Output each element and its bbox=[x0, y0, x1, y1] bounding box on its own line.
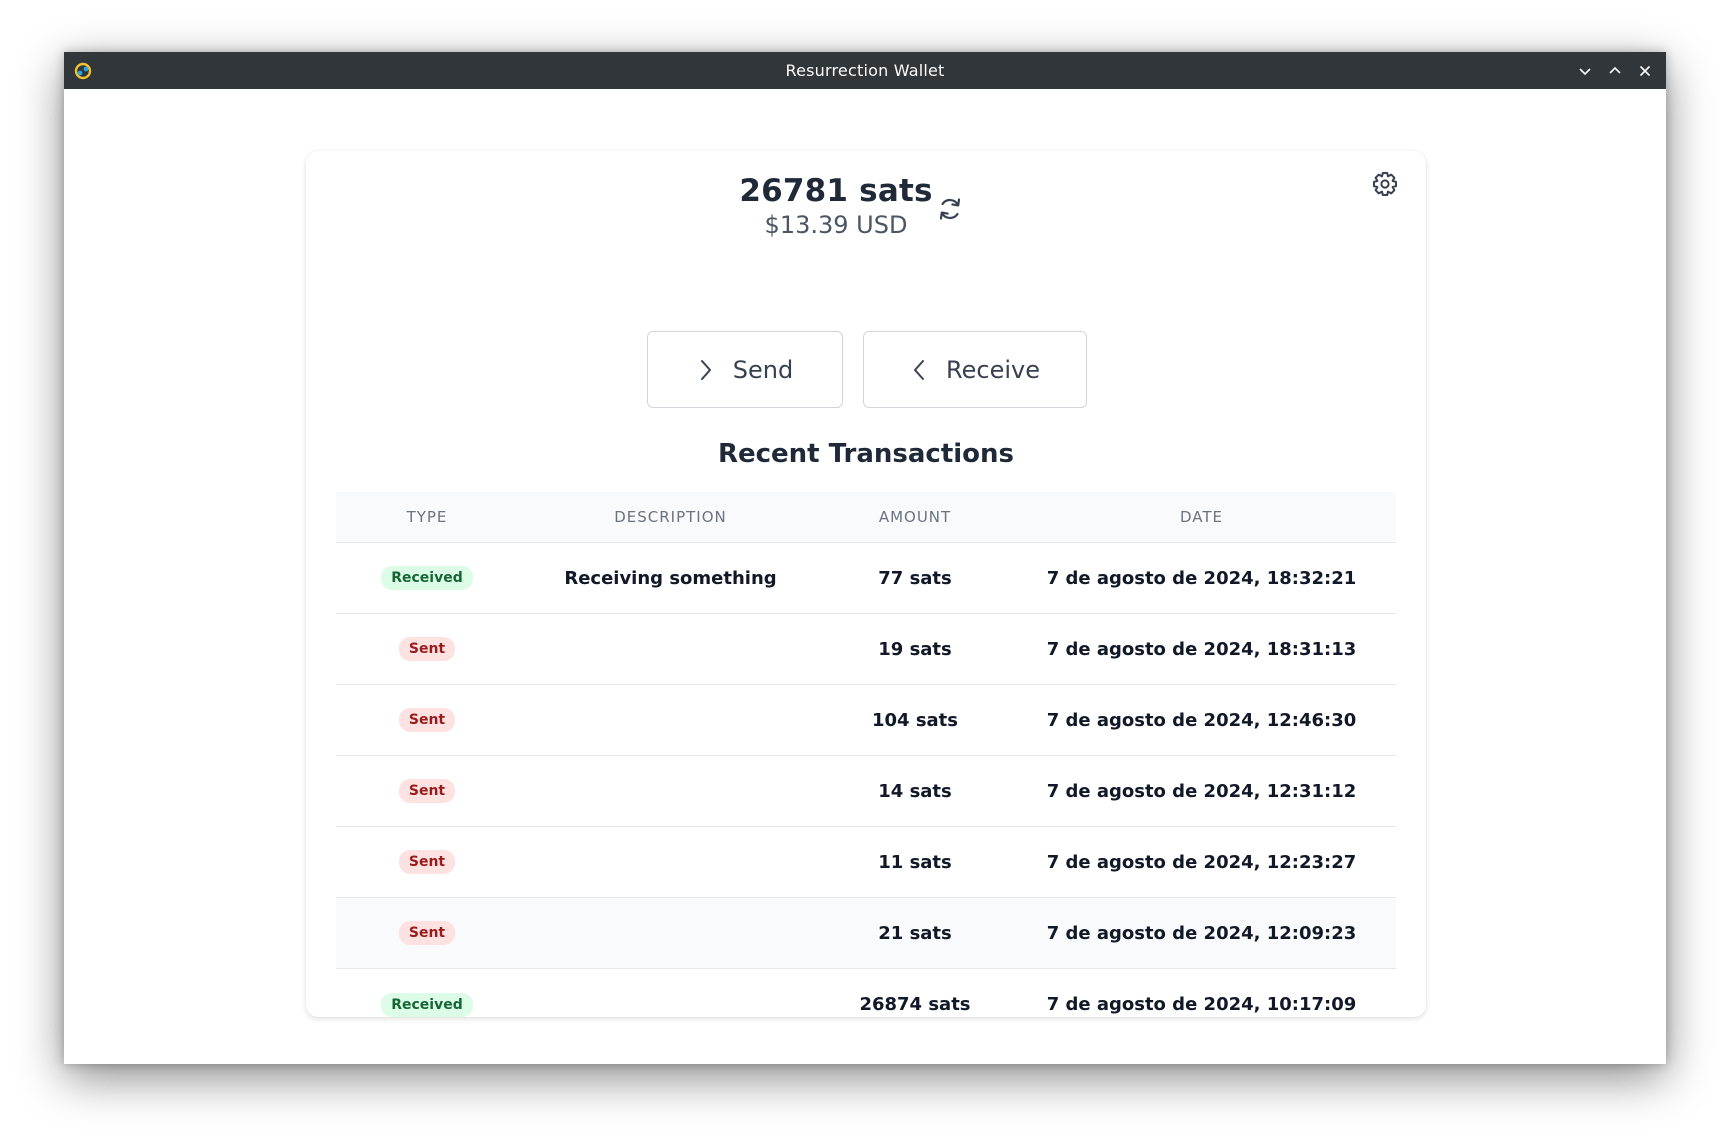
transaction-date: 7 de agosto de 2024, 18:32:21 bbox=[1046, 567, 1357, 589]
status-badge: Sent bbox=[398, 637, 456, 661]
status-badge: Sent bbox=[398, 921, 456, 945]
transaction-amount: 11 sats bbox=[878, 851, 952, 873]
table-row[interactable]: Sent 104 sats 7 de agosto de 2024, 12:46… bbox=[336, 685, 1396, 756]
transaction-date: 7 de agosto de 2024, 12:23:27 bbox=[1046, 851, 1357, 873]
title-bar[interactable]: Resurrection Wallet bbox=[64, 52, 1666, 89]
transaction-date: 7 de agosto de 2024, 18:31:13 bbox=[1046, 638, 1357, 660]
gear-icon[interactable] bbox=[1370, 169, 1400, 199]
transaction-date: 7 de agosto de 2024, 12:46:30 bbox=[1046, 709, 1357, 731]
refresh-icon[interactable] bbox=[934, 193, 966, 225]
app-icon bbox=[72, 60, 94, 82]
close-icon[interactable] bbox=[1630, 56, 1660, 86]
recent-transactions-title: Recent Transactions bbox=[717, 439, 1015, 469]
balance-display: 26781 sats $13.39 USD bbox=[306, 173, 1366, 239]
transaction-amount: 104 sats bbox=[871, 709, 959, 731]
status-badge: Sent bbox=[398, 850, 456, 874]
window-controls bbox=[1570, 52, 1660, 89]
app-window: Resurrection Wallet 26781 sats $13.39 US… bbox=[64, 52, 1666, 1064]
table-row[interactable]: Received 26874 sats 7 de agosto de 2024,… bbox=[336, 969, 1396, 1040]
table-row[interactable]: Sent 11 sats 7 de agosto de 2024, 12:23:… bbox=[336, 827, 1396, 898]
transaction-amount: 19 sats bbox=[878, 638, 952, 660]
receive-button-label: Receive bbox=[946, 355, 1040, 384]
column-header-description: DESCRIPTION bbox=[614, 508, 727, 526]
table-header: TYPE DESCRIPTION AMOUNT DATE bbox=[336, 492, 1396, 543]
column-header-amount: AMOUNT bbox=[878, 508, 952, 526]
transaction-date: 7 de agosto de 2024, 12:31:12 bbox=[1046, 780, 1357, 802]
transaction-date: 7 de agosto de 2024, 10:17:09 bbox=[1046, 994, 1357, 1015]
chevron-left-icon bbox=[914, 359, 925, 380]
send-button[interactable]: Send bbox=[647, 331, 843, 408]
table-row[interactable]: Received Receiving something 77 sats 7 d… bbox=[336, 543, 1396, 614]
chevron-right-icon bbox=[700, 359, 711, 380]
window-title: Resurrection Wallet bbox=[785, 61, 945, 80]
status-badge: Received bbox=[381, 992, 473, 1017]
status-badge: Sent bbox=[398, 779, 456, 803]
transaction-amount: 21 sats bbox=[878, 922, 952, 944]
transaction-date: 7 de agosto de 2024, 12:09:23 bbox=[1046, 922, 1357, 944]
receive-button[interactable]: Receive bbox=[863, 331, 1087, 408]
chevron-down-icon[interactable] bbox=[1570, 56, 1600, 86]
table-row[interactable]: Sent 14 sats 7 de agosto de 2024, 12:31:… bbox=[336, 756, 1396, 827]
send-button-label: Send bbox=[732, 355, 794, 384]
column-header-type: TYPE bbox=[406, 508, 448, 526]
chevron-up-icon[interactable] bbox=[1600, 56, 1630, 86]
transaction-amount: 26874 sats bbox=[859, 994, 971, 1015]
table-row[interactable]: Sent 21 sats 7 de agosto de 2024, 12:09:… bbox=[336, 898, 1396, 969]
status-badge: Sent bbox=[398, 708, 456, 732]
transaction-amount: 77 sats bbox=[878, 567, 952, 589]
column-header-date: DATE bbox=[1179, 508, 1224, 526]
status-badge: Received bbox=[381, 566, 473, 590]
wallet-card: 26781 sats $13.39 USD Send Receive Recen… bbox=[306, 151, 1426, 1017]
transactions-table: TYPE DESCRIPTION AMOUNT DATE Received Re… bbox=[336, 492, 1396, 1040]
table-row[interactable]: Sent 19 sats 7 de agosto de 2024, 18:31:… bbox=[336, 614, 1396, 685]
transaction-amount: 14 sats bbox=[878, 780, 952, 802]
transaction-description: Receiving something bbox=[564, 567, 777, 589]
balance-sats: 26781 sats bbox=[739, 173, 933, 209]
balance-usd: $13.39 USD bbox=[764, 211, 908, 239]
